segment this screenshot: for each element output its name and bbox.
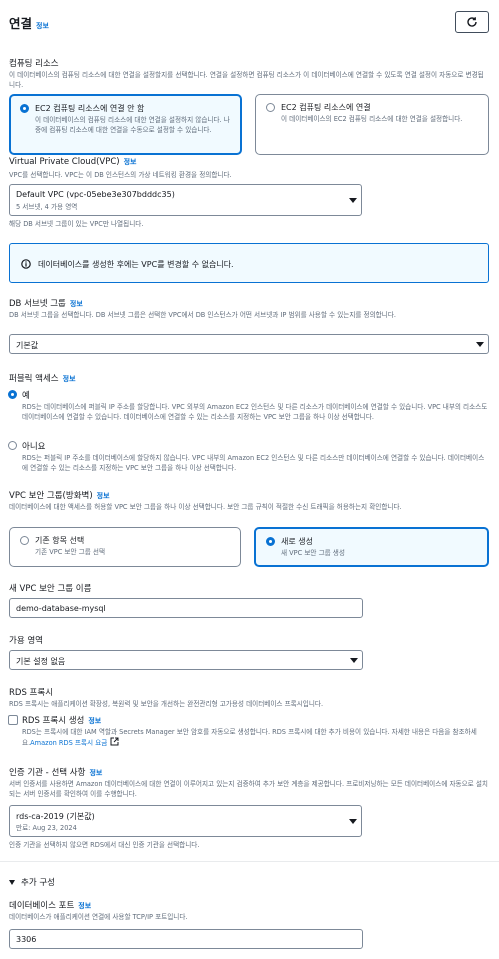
option-desc: 새 VPC 보안 그룹 생성 (281, 549, 345, 557)
compute-option-no-connect[interactable]: EC2 컴퓨팅 리소스에 연결 안 함 이 데이터베이스의 컴퓨팅 리소스에 대… (9, 94, 242, 155)
public-label-row: 퍼블릭 액세스 정보 (9, 372, 76, 384)
vpc-subtext: 5 서브넷, 4 가용 영역 (16, 203, 78, 211)
port-label-row: 데이터베이스 포트 정보 (9, 899, 91, 911)
extra-config-toggle[interactable]: 추가 구성 (9, 876, 55, 888)
sg-label-row: VPC 보안 그룹(방화벽) 정보 (9, 489, 110, 501)
chevron-down-icon (476, 342, 484, 347)
vpc-label-row: Virtual Private Cloud(VPC) 정보 (9, 157, 137, 167)
info-icon (21, 259, 31, 269)
vpc-select[interactable]: Default VPC (vpc-05ebe3e307bdddc35) 5 서브… (9, 184, 362, 216)
ca-subtext: 만료: Aug 23, 2024 (16, 824, 77, 832)
external-link-icon[interactable] (110, 737, 119, 746)
proxy-desc: RDS 프록시는 애플리케이션 확장성, 복원력 및 보안을 개선하는 완전관리… (9, 700, 324, 708)
ca-label: 인증 기관 - 선택 사항 (9, 768, 86, 778)
refresh-button[interactable] (455, 11, 489, 33)
compute-desc: 이 데이터베이스의 컴퓨팅 리소스에 대한 연결을 설정할지를 선택합니다. 연… (9, 71, 484, 89)
subnet-label-row: DB 서브넷 그룹 정보 (9, 297, 83, 309)
new-sg-label: 새 VPC 보안 그룹 이름 (9, 584, 92, 594)
public-label: 퍼블릭 액세스 (9, 374, 59, 384)
option-title: 새로 생성 (281, 537, 313, 546)
proxy-cb-desc: RDS는 프록시에 대한 IAM 역할과 Secrets Manager 보안 … (22, 727, 488, 748)
ca-label-row: 인증 기관 - 선택 사항 정보 (9, 766, 102, 778)
refresh-icon (467, 17, 477, 27)
az-value: 기본 설정 없음 (16, 657, 66, 666)
vpc-info-alert: 데이터베이스를 생성한 후에는 VPC를 변경할 수 없습니다. (9, 243, 489, 283)
port-input[interactable]: 3306 (9, 929, 363, 949)
chevron-down-icon (349, 198, 357, 203)
divider (0, 861, 499, 862)
info-link[interactable]: 정보 (70, 300, 83, 308)
proxy-cb-label: RDS 프록시 생성 (22, 716, 85, 726)
info-link[interactable]: 정보 (89, 769, 102, 777)
vpc-desc: VPC를 선택합니다. VPC는 이 DB 인스턴스의 가상 네트워킹 환경을 … (9, 171, 232, 179)
public-no-desc: RDS는 퍼블릭 IP 주소를 데이터베이스에 할당하지 않습니다. VPC 내… (22, 454, 485, 472)
az-label: 가용 영역 (9, 636, 43, 646)
info-link[interactable]: 정보 (124, 158, 137, 166)
sg-option-existing[interactable]: 기존 항목 선택 기존 VPC 보안 그룹 선택 (9, 527, 241, 567)
info-link[interactable]: 정보 (88, 717, 101, 725)
chevron-down-icon (350, 658, 358, 663)
extra-config-title: 추가 구성 (21, 878, 55, 888)
info-link[interactable]: 정보 (36, 22, 49, 30)
section-header: 연결 정보 (9, 13, 49, 32)
option-desc: 이 데이터베이스의 컴퓨팅 리소스에 대한 연결을 설정하지 않습니다. 나중에… (35, 116, 230, 134)
public-no-radio[interactable] (8, 441, 17, 450)
option-desc: 이 데이터베이스의 EC2 컴퓨팅 리소스에 대한 연결을 설정합니다. (281, 115, 463, 123)
proxy-cb-label-row: RDS 프록시 생성 정보 (22, 714, 101, 726)
caret-down-icon (9, 879, 15, 885)
proxy-label: RDS 프록시 (9, 688, 54, 698)
vpc-hint: 해당 DB 서브넷 그룹이 있는 VPC만 나열됩니다. (9, 220, 144, 228)
public-yes-label: 예 (22, 391, 30, 401)
vpc-label: Virtual Private Cloud(VPC) (9, 157, 120, 167)
chevron-down-icon (349, 819, 357, 824)
compute-label: 컴퓨팅 리소스 (9, 59, 59, 69)
ca-desc: 서버 인증서를 사용하면 Amazon 데이터베이스에 대한 연결이 이루어지고… (9, 780, 488, 798)
subnet-desc: DB 서브넷 그룹을 선택합니다. DB 서브넷 그룹은 선택한 VPC에서 D… (9, 311, 396, 319)
section-title: 연결 (9, 16, 33, 31)
vpc-value: Default VPC (vpc-05ebe3e307bdddc35) (16, 190, 175, 199)
public-yes-desc: RDS는 데이터베이스에 퍼블릭 IP 주소를 할당합니다. VPC 외부의 A… (22, 403, 488, 421)
ca-hint: 인증 기관을 선택하지 않으면 RDS에서 대신 인증 기관을 선택합니다. (9, 841, 200, 849)
public-no-label: 아니요 (22, 442, 46, 452)
radio-button[interactable] (266, 537, 275, 546)
ca-select[interactable]: rds-ca-2019 (기본값) 만료: Aug 23, 2024 (9, 805, 362, 837)
radio-button[interactable] (266, 103, 275, 112)
info-link[interactable]: 정보 (63, 375, 76, 383)
option-title: 기존 항목 선택 (35, 536, 85, 545)
subnet-value: 기본값 (16, 341, 39, 350)
option-desc: 기존 VPC 보안 그룹 선택 (35, 548, 106, 556)
sg-desc: 데이터베이스에 대한 액세스를 허용할 VPC 보안 그룹을 하나 이상 선택합… (9, 503, 402, 511)
option-title: EC2 컴퓨팅 리소스에 연결 안 함 (35, 104, 145, 113)
sg-option-new[interactable]: 새로 생성 새 VPC 보안 그룹 생성 (254, 527, 489, 567)
radio-button[interactable] (20, 536, 29, 545)
compute-option-connect[interactable]: EC2 컴퓨팅 리소스에 연결 이 데이터베이스의 EC2 컴퓨팅 리소스에 대… (255, 94, 489, 155)
subnet-label: DB 서브넷 그룹 (9, 299, 66, 309)
option-title: EC2 컴퓨팅 리소스에 연결 (281, 103, 371, 112)
port-desc: 데이터베이스가 애플리케이션 연결에 사용할 TCP/IP 포트입니다. (9, 913, 188, 921)
sg-label: VPC 보안 그룹(방화벽) (9, 491, 93, 501)
info-link[interactable]: 정보 (97, 492, 110, 500)
proxy-checkbox[interactable] (8, 715, 18, 725)
new-sg-name-input[interactable]: demo-database-mysql (9, 598, 363, 618)
proxy-pricing-link[interactable]: Amazon RDS 프록시 요금 (30, 739, 107, 747)
alert-text: 데이터베이스를 생성한 후에는 VPC를 변경할 수 없습니다. (38, 260, 234, 269)
info-link[interactable]: 정보 (78, 902, 91, 910)
public-yes-radio[interactable] (8, 390, 17, 399)
subnet-select[interactable]: 기본값 (9, 334, 489, 354)
ca-value: rds-ca-2019 (기본값) (16, 812, 95, 821)
port-label: 데이터베이스 포트 (9, 901, 75, 911)
az-select[interactable]: 기본 설정 없음 (9, 650, 363, 670)
radio-button[interactable] (20, 104, 29, 113)
